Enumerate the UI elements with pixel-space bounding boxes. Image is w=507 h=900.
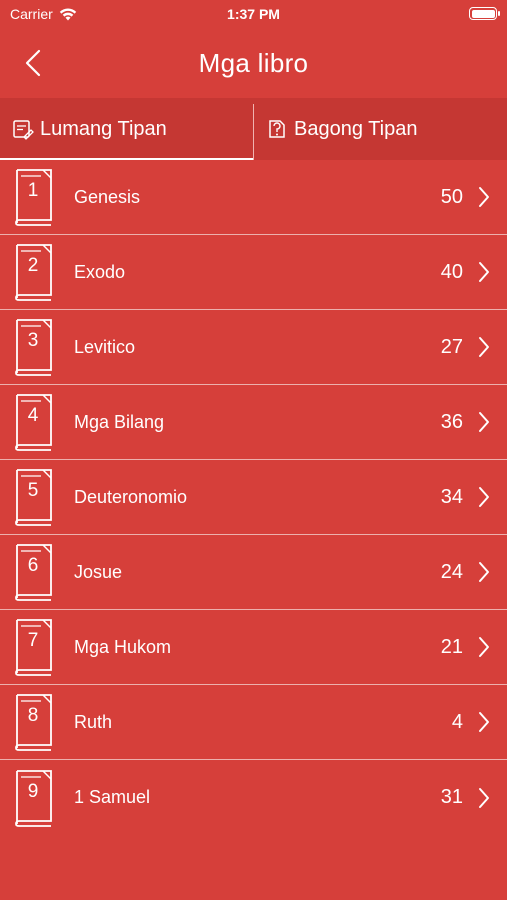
chapter-count: 4 bbox=[451, 710, 463, 733]
book-row-1-samuel[interactable]: 9 1 Samuel 31 bbox=[0, 760, 507, 835]
chapter-count: 31 bbox=[440, 786, 463, 808]
old-testament-icon bbox=[13, 120, 34, 140]
chapter-count: 24 bbox=[440, 560, 463, 583]
book-row-levitico[interactable]: 3 Levitico 27 bbox=[0, 310, 507, 385]
book-name: Josue bbox=[74, 561, 123, 582]
book-list: 1 Genesis 50 2 Exodo 40 3 Levitico 27 4 … bbox=[0, 160, 507, 835]
book-number: 4 bbox=[27, 405, 39, 426]
battery-icon bbox=[469, 7, 500, 20]
chapter-count: 21 bbox=[440, 635, 463, 658]
book-row-genesis[interactable]: 1 Genesis 50 bbox=[0, 160, 507, 235]
book-number: 5 bbox=[27, 480, 39, 501]
book-row-mga-bilang[interactable]: 4 Mga Bilang 36 bbox=[0, 385, 507, 460]
tab-new-testament[interactable]: Bagong Tipan bbox=[254, 98, 507, 160]
chapter-count: 36 bbox=[440, 410, 463, 433]
book-name: Exodo bbox=[74, 261, 126, 282]
book-icon: 1 bbox=[13, 168, 55, 226]
book-name: Mga Bilang bbox=[74, 411, 165, 432]
book-number: 1 bbox=[27, 180, 39, 201]
book-number: 3 bbox=[27, 330, 39, 351]
book-icon: 4 bbox=[13, 393, 55, 451]
book-name: 1 Samuel bbox=[74, 787, 151, 807]
book-name: Levitico bbox=[74, 336, 136, 357]
chevron-right-icon bbox=[473, 558, 495, 586]
book-number: 2 bbox=[27, 255, 39, 276]
book-icon: 8 bbox=[13, 693, 55, 751]
book-name: Ruth bbox=[74, 711, 113, 732]
chevron-right-icon bbox=[473, 633, 495, 661]
chapter-count: 50 bbox=[440, 185, 463, 208]
chevron-right-icon bbox=[473, 483, 495, 511]
page-title: Mga libro bbox=[198, 47, 309, 78]
book-number: 6 bbox=[27, 555, 39, 576]
status-time: 1:37 PM bbox=[227, 6, 280, 22]
book-number: 9 bbox=[27, 780, 39, 802]
book-row-ruth[interactable]: 8 Ruth 4 bbox=[0, 685, 507, 760]
book-number: 8 bbox=[27, 705, 39, 726]
tab-new-testament-label: Bagong Tipan bbox=[294, 117, 418, 140]
book-icon: 7 bbox=[13, 618, 55, 676]
chevron-right-icon bbox=[473, 333, 495, 361]
tab-old-testament-label: Lumang Tipan bbox=[40, 117, 167, 140]
chevron-right-icon bbox=[473, 408, 495, 436]
book-name: Genesis bbox=[74, 186, 141, 207]
chevron-right-icon bbox=[473, 183, 495, 211]
testament-tabs: Lumang Tipan Bagong Tipan bbox=[0, 98, 507, 160]
new-testament-icon bbox=[269, 120, 285, 138]
book-row-deuteronomio[interactable]: 5 Deuteronomio 34 bbox=[0, 460, 507, 535]
status-bar: Carrier 1:37 PM bbox=[0, 0, 507, 28]
chevron-right-icon bbox=[473, 708, 495, 736]
chapter-count: 27 bbox=[440, 335, 463, 358]
book-name: Mga Hukom bbox=[74, 636, 172, 657]
chevron-left-icon bbox=[25, 49, 41, 77]
book-icon: 3 bbox=[13, 318, 55, 376]
book-row-exodo[interactable]: 2 Exodo 40 bbox=[0, 235, 507, 310]
book-icon: 6 bbox=[13, 543, 55, 601]
chevron-right-icon bbox=[473, 258, 495, 286]
book-icon: 5 bbox=[13, 468, 55, 526]
back-button[interactable] bbox=[18, 46, 48, 80]
book-number: 7 bbox=[27, 630, 39, 651]
book-icon: 9 bbox=[13, 769, 55, 827]
navigation-bar: Mga libro bbox=[0, 28, 507, 98]
book-icon: 2 bbox=[13, 243, 55, 301]
book-row-josue[interactable]: 6 Josue 24 bbox=[0, 535, 507, 610]
chapter-count: 34 bbox=[440, 485, 463, 508]
chevron-right-icon bbox=[473, 784, 495, 812]
tab-old-testament[interactable]: Lumang Tipan bbox=[0, 98, 253, 160]
book-row-mga-hukom[interactable]: 7 Mga Hukom 21 bbox=[0, 610, 507, 685]
chapter-count: 40 bbox=[440, 260, 463, 283]
book-name: Deuteronomio bbox=[74, 486, 188, 507]
